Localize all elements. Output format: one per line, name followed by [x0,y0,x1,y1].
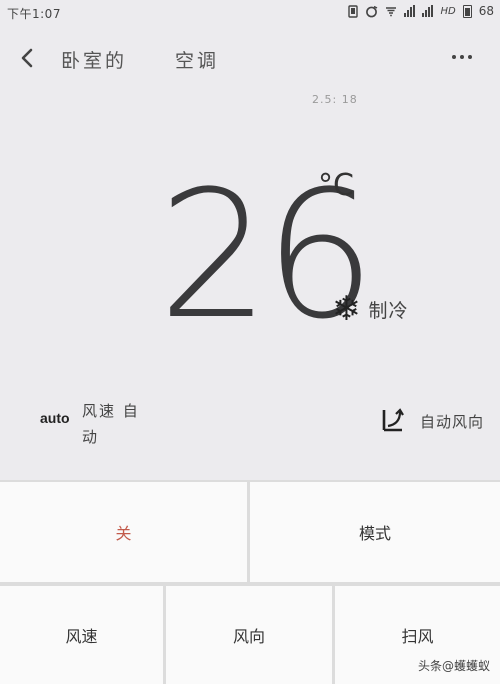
fan-speed-button[interactable]: 风速 [0,586,163,684]
phone-icon [348,4,359,18]
battery-level: 68 [478,4,494,18]
power-off-button[interactable]: 关 [0,482,247,582]
mode-button[interactable]: 模式 [250,482,500,582]
status-icons: HD 68 [348,4,494,18]
signal-icon [404,5,416,17]
app-header: 卧室的 空调 [0,40,500,80]
swing-label: 自动风向 [420,413,485,431]
back-arrow-icon[interactable] [16,46,40,70]
wind-direction-button[interactable]: 风向 [166,586,332,684]
device-name: 空调 [175,50,220,72]
temperature-unit: °C [318,168,354,203]
page-title: 卧室的 空调 [61,46,219,73]
swing-direction-icon [382,408,404,432]
fan-speed-label: 风速 自动 [82,402,140,446]
control-panel: 关 模式 风速 风向 扫风 [0,480,500,684]
battery-icon [462,4,472,18]
snowflake-icon: ❄ [332,289,361,329]
status-bar: 下午1:07 HD 68 [0,0,500,26]
signal-icon-2 [422,5,434,17]
network-type-label: HD [440,5,456,17]
status-time: 下午1:07 [7,7,61,21]
fan-auto-badge: auto [40,410,70,426]
watermark: 头条@蠖蠖蚁 [417,659,490,673]
mode-indicator: ❄ 制冷 [332,292,409,326]
alarm-icon [366,5,378,17]
mode-label: 制冷 [368,299,409,322]
device-info-text: 2.5: 18 [312,93,358,106]
wifi-icon [386,7,397,17]
more-menu-icon[interactable] [452,55,472,59]
room-name: 卧室的 [61,50,128,72]
